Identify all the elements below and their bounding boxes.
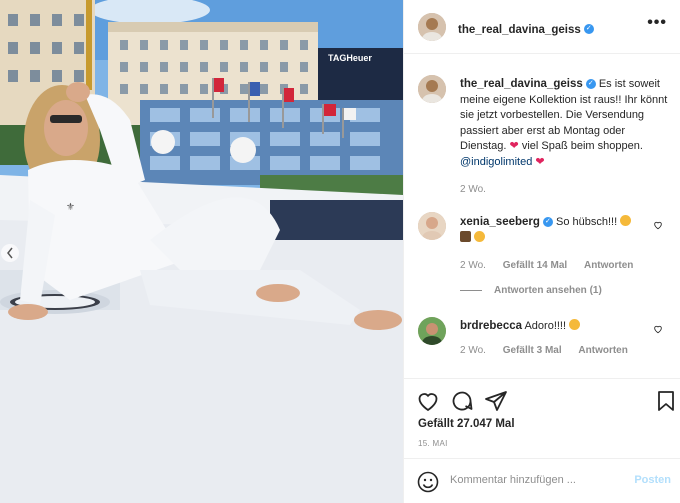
- comment-likes[interactable]: Gefällt 14 Mal: [503, 260, 567, 271]
- comment-username[interactable]: brdrebecca: [460, 320, 522, 332]
- heart-icon[interactable]: [416, 389, 440, 413]
- carousel-prev-icon: [1, 244, 19, 262]
- comment-username[interactable]: xenia_seeberg: [460, 216, 540, 228]
- verified-icon: ✓: [583, 23, 594, 34]
- post-date[interactable]: 15. MAI: [418, 439, 448, 448]
- comment-text: So hübsch!!!: [555, 216, 618, 228]
- comment-time[interactable]: 2 Wo.: [460, 260, 486, 271]
- comment-like-heart-icon[interactable]: [653, 220, 663, 230]
- verified-icon: ✓: [585, 79, 596, 90]
- comment-item: xenia_seeberg ✓ So hübsch!!! 2 Wo. Gefäll…: [460, 215, 650, 271]
- verified-icon: ✓: [542, 217, 553, 228]
- commenter-avatar[interactable]: [418, 212, 446, 240]
- comment-likes[interactable]: Gefällt 3 Mal: [503, 345, 562, 356]
- caption-text-2: viel Spaß beim shoppen.: [518, 140, 643, 152]
- red-heart-icon: ❤: [535, 155, 545, 168]
- post-button[interactable]: Posten: [634, 474, 671, 486]
- view-replies-label: Antworten ansehen (1): [494, 285, 602, 296]
- comment-icon[interactable]: [450, 389, 474, 413]
- butterfly-emoji-icon: [460, 230, 471, 242]
- author-username[interactable]: the_real_davina_geiss: [458, 24, 581, 36]
- heart-eyes-emoji-icon: [569, 319, 581, 330]
- bookmark-icon[interactable]: [654, 389, 678, 413]
- author-avatar[interactable]: [418, 13, 446, 41]
- post-panel: the_real_davina_geiss ✓ ••• the_real_davi…: [403, 0, 680, 503]
- comment-input[interactable]: Kommentar hinzufügen ...: [450, 474, 576, 486]
- action-bar: Gefällt 27.047 Mal 15. MAI: [404, 378, 680, 458]
- heart-eyes-emoji-icon: [620, 215, 632, 226]
- reply-button[interactable]: Antworten: [578, 345, 627, 356]
- emoji-icon[interactable]: [416, 470, 440, 494]
- comment-like-heart-icon[interactable]: [653, 324, 663, 334]
- comment-time[interactable]: 2 Wo.: [460, 345, 486, 356]
- post-header: the_real_davina_geiss ✓ •••: [404, 0, 680, 54]
- caption: the_real_davina_geiss ✓ Es ist soweit mei…: [460, 77, 670, 195]
- caption-avatar[interactable]: [418, 75, 446, 103]
- smiling-hearts-emoji-icon: [474, 230, 486, 242]
- more-options-icon[interactable]: •••: [647, 14, 667, 32]
- share-icon[interactable]: [484, 389, 508, 413]
- red-heart-icon: ❤: [509, 140, 519, 152]
- chest-logo: ⚜: [66, 202, 75, 213]
- reply-button[interactable]: Antworten: [584, 260, 633, 271]
- caption-time[interactable]: 2 Wo.: [460, 184, 486, 195]
- commenter-avatar[interactable]: [418, 317, 446, 345]
- photo-illustration: TAGHeuer ⚜: [0, 0, 403, 503]
- billboard-text: TAGHeuer: [328, 53, 372, 63]
- likes-count[interactable]: Gefällt 27.047 Mal: [418, 418, 515, 430]
- caption-username[interactable]: the_real_davina_geiss: [460, 78, 583, 90]
- comment-text: Adoro!!!!: [524, 320, 567, 332]
- add-comment-bar: Kommentar hinzufügen ... Posten: [404, 458, 680, 503]
- view-replies[interactable]: Antworten ansehen (1): [460, 285, 602, 296]
- mention-link[interactable]: @indigolimited: [460, 156, 532, 168]
- post-photo[interactable]: TAGHeuer ⚜: [0, 0, 403, 503]
- comment-item: brdrebecca Adoro!!!! 2 Wo. Gefällt 3 Mal…: [460, 319, 650, 356]
- comments-list[interactable]: the_real_davina_geiss ✓ Es ist soweit mei…: [404, 55, 680, 377]
